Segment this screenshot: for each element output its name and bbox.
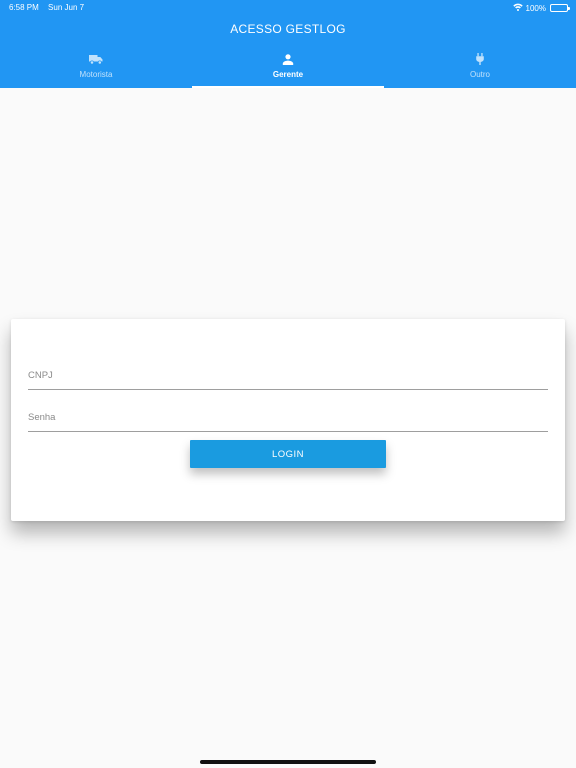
page-title: ACESSO GESTLOG: [230, 22, 346, 36]
cnpj-input[interactable]: [28, 361, 548, 389]
truck-icon: [89, 52, 103, 66]
status-date: Sun Jun 7: [48, 3, 85, 12]
cnpj-field-container: [28, 361, 548, 390]
status-time: 6:58 PM: [9, 3, 39, 12]
battery-percentage: 100%: [525, 3, 546, 13]
tab-label: Gerente: [272, 70, 304, 79]
app-header: 6:58 PM Sun Jun 7 100% ACESSO GESTLOG Mo…: [0, 0, 576, 88]
battery-icon: [550, 4, 570, 12]
home-indicator: [200, 760, 376, 764]
tab-gerente[interactable]: Gerente: [192, 48, 384, 88]
plug-icon: [475, 52, 485, 66]
status-bar: 6:58 PM Sun Jun 7 100%: [0, 0, 576, 14]
senha-field-container: [28, 403, 548, 432]
login-card: LOGIN: [11, 319, 565, 521]
tab-motorista[interactable]: Motorista: [0, 48, 192, 88]
tab-outro[interactable]: Outro: [384, 48, 576, 88]
tab-label: Outro: [469, 70, 490, 79]
tab-bar: Motorista Gerente Outro: [0, 48, 576, 88]
senha-input[interactable]: [28, 403, 548, 431]
person-icon: [282, 52, 294, 66]
active-tab-indicator: [192, 86, 384, 88]
login-button[interactable]: LOGIN: [190, 440, 386, 468]
wifi-icon: [512, 3, 523, 13]
tab-label: Motorista: [79, 70, 113, 79]
